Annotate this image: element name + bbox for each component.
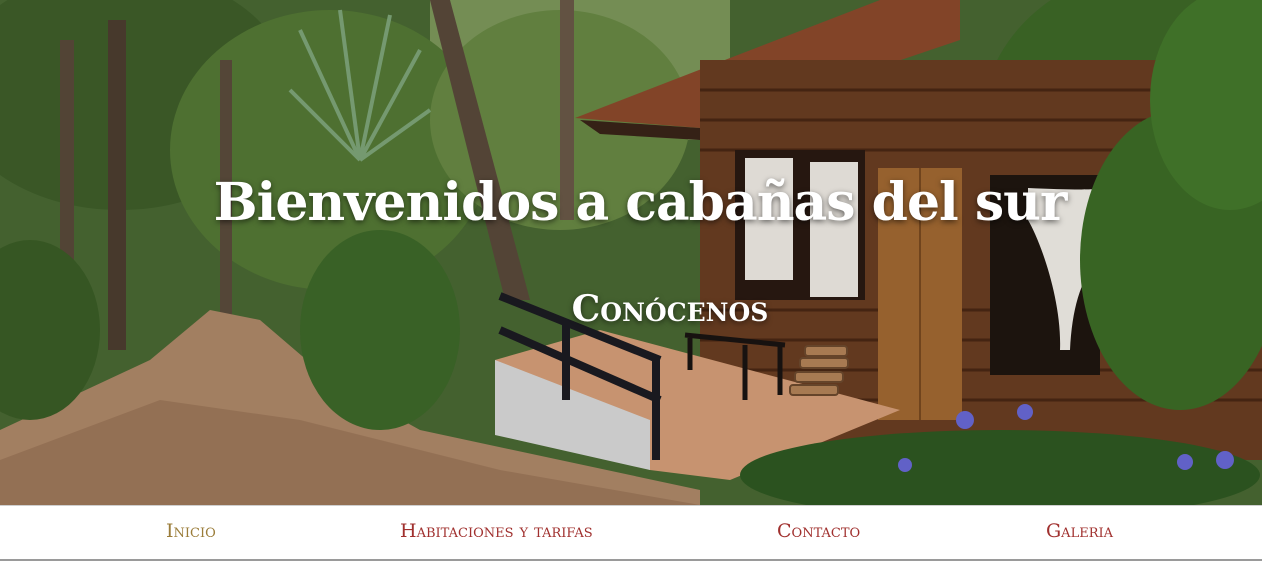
- main-navigation: Inicio Habitaciones y tarifas Contacto G…: [0, 505, 1262, 561]
- hero-subtitle: Conócenos: [571, 288, 769, 330]
- nav-item-habitaciones-tarifas[interactable]: Habitaciones y tarifas: [400, 520, 593, 542]
- hero-banner: Bienvenidos a cabañas del sur Conócenos: [0, 0, 1262, 505]
- hero-title: Bienvenidos a cabañas del sur: [213, 172, 1068, 233]
- nav-item-inicio[interactable]: Inicio: [166, 520, 216, 542]
- nav-item-galeria[interactable]: Galeria: [1046, 520, 1113, 542]
- nav-item-contacto[interactable]: Contacto: [777, 520, 860, 542]
- hero-photo-cabin: [0, 0, 1262, 505]
